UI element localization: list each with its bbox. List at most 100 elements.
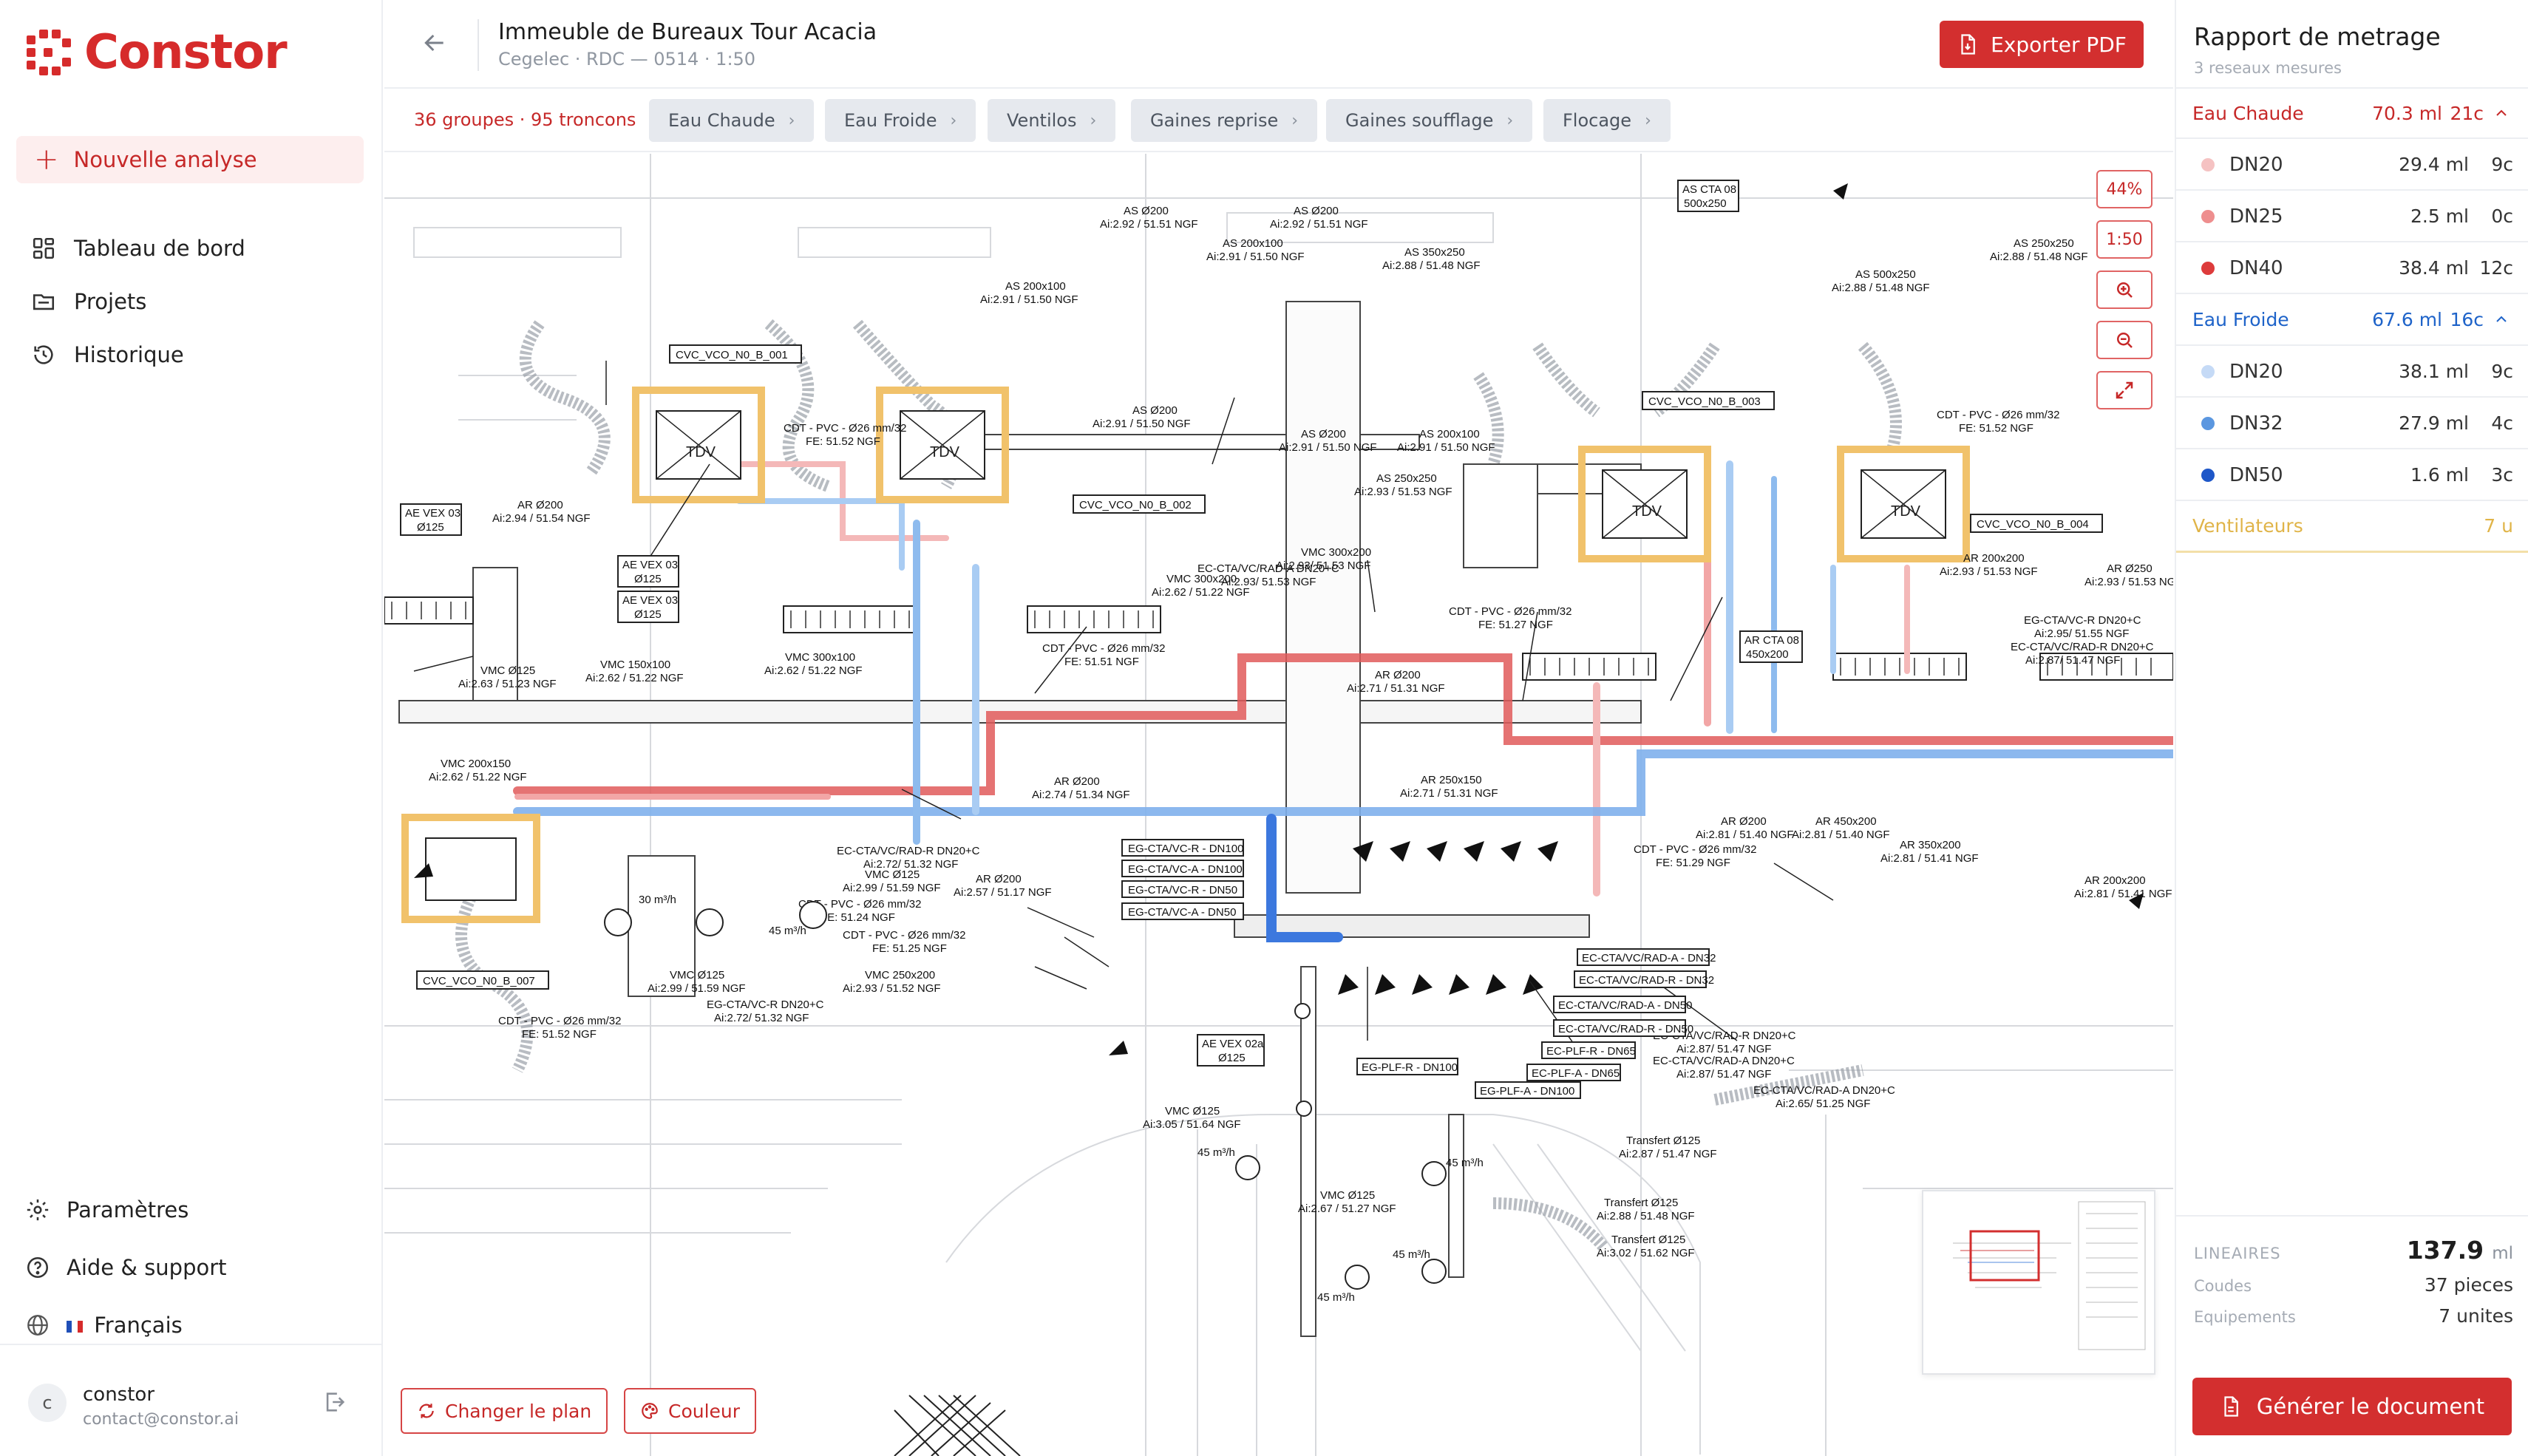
sidebar-item-help[interactable]: Aide & support (25, 1239, 227, 1296)
ec-cta-r-ai: Ai:2.72/ 51.32 NGF (863, 858, 958, 871)
fe-label: FE: 51.52 NGF (1959, 422, 2033, 435)
filter-chip-gaines-reprise[interactable]: Gaines reprise › (1131, 99, 1318, 142)
group-eau-chaude[interactable]: Eau Chaude 70.3 ml 21c (2176, 87, 2528, 139)
generate-document-button[interactable]: Générer le document (2192, 1378, 2512, 1435)
as-200-label: AS Ø200 (1294, 205, 1339, 217)
color-button[interactable]: Couleur (624, 1388, 757, 1434)
change-plan-button[interactable]: Changer le plan (401, 1388, 608, 1434)
summary-divider (2176, 1215, 2528, 1217)
vmc-125-ai: Ai:2.67 / 51.27 NGF (1298, 1202, 1396, 1215)
as-cta-label: AS CTA 08 (1682, 183, 1736, 196)
sidebar-item-projects[interactable]: Projets (31, 275, 245, 328)
chevron-up-icon[interactable] (2493, 104, 2510, 122)
new-analysis-button[interactable]: + Nouvelle analyse (16, 136, 364, 183)
ec-cta-r2-ai: Ai:2.87/ 51.47 NGF (1676, 1043, 1771, 1055)
sidebar-item-dashboard[interactable]: Tableau de bord (31, 222, 245, 275)
pdf-file-icon (1961, 34, 1975, 55)
language-label: Français (94, 1313, 183, 1338)
project-subtitle: Cegelec · RDC — 0514 · 1:50 (498, 49, 756, 69)
list-item[interactable]: DN50 1.6 ml 3c (2176, 449, 2528, 501)
vmc-125-ai: Ai:3.05 / 51.64 NGF (1143, 1118, 1241, 1131)
eg-cta-r-label: EG-CTA/VC-R DN20+C (2024, 614, 2141, 627)
list-item[interactable]: DN25 2.5 ml 0c (2176, 191, 2528, 242)
eg-vc-a50-label: EG-CTA/VC-A - DN50 (1128, 906, 1236, 919)
cdt-label: CDT - PVC - Ø26 mm/32 (1937, 409, 2059, 421)
chevron-up-icon[interactable] (2493, 310, 2510, 328)
diameter-label: DN40 (2229, 257, 2283, 279)
fullscreen-button[interactable] (2096, 371, 2152, 409)
plus-icon: + (34, 143, 59, 177)
filter-chip-flocage[interactable]: Flocage › (1543, 99, 1671, 142)
flow-rate-label: 45 m³/h (1317, 1291, 1355, 1304)
group-eau-froide[interactable]: Eau Froide 67.6 ml 16c (2176, 294, 2528, 346)
filter-chip-gaines-soufflage[interactable]: Gaines soufflage › (1326, 99, 1533, 142)
tdv-label: TDV (930, 444, 960, 460)
length-value: 29.4 ml (2399, 154, 2469, 175)
plan-minimap[interactable] (1922, 1190, 2155, 1375)
list-item[interactable]: DN20 29.4 ml 9c (2176, 139, 2528, 191)
zoom-in-icon (2117, 282, 2133, 298)
ae-vex-size: Ø125 (634, 608, 662, 621)
filter-chip-eau-froide[interactable]: Eau Froide › (825, 99, 976, 142)
count-value: 3c (2491, 464, 2513, 486)
color-dot (2201, 469, 2215, 482)
transfert-label: Transfert Ø125 (1604, 1197, 1678, 1209)
fe-label: FE: 51.52 NGF (806, 435, 880, 448)
ar-cta-size: 450x200 (1746, 648, 1789, 661)
group-ventilateurs[interactable]: Ventilateurs 7 u (2176, 501, 2528, 553)
ar-cta-label: AR CTA 08 (1744, 634, 1799, 647)
as-200-label: AS Ø200 (1301, 428, 1346, 440)
diameter-label: DN25 (2229, 205, 2283, 228)
tdv-label: TDV (1891, 503, 1921, 520)
color-dot (2201, 158, 2215, 171)
as-200-label: AS Ø200 (1132, 404, 1178, 417)
group-count: 16c (2450, 308, 2484, 330)
list-item[interactable]: DN40 38.4 ml 12c (2176, 242, 2528, 294)
floor-plan-drawing[interactable]: TDV TDV TDV TDV CVC_VCO_N0_B_001 CVC_VCO… (384, 154, 2173, 1456)
flow-rate-label: 45 m³/h (769, 925, 806, 937)
equip-label: Equipements (2194, 1308, 2296, 1326)
group-count: 21c (2450, 102, 2484, 124)
ar-200x200-ai: Ai:2.81 / 51.41 NGF (2074, 888, 2172, 900)
help-icon (27, 1256, 49, 1279)
fe-label: FE: 51.51 NGF (1064, 656, 1139, 668)
cdt-label: CDT - PVC - Ø26 mm/32 (498, 1015, 621, 1027)
ar-200-ai: Ai:2.71 / 51.31 NGF (1347, 682, 1445, 695)
fe-label: FE: 51.29 NGF (1656, 857, 1730, 869)
ar-200-label: AR Ø200 (976, 873, 1022, 885)
scale-display[interactable]: 1:50 (2096, 220, 2152, 259)
as-350x250-ai: Ai:2.88 / 51.48 NGF (1382, 259, 1481, 272)
export-pdf-button[interactable]: Exporter PDF (1940, 21, 2144, 68)
user-email: contact@constor.ai (83, 1410, 239, 1429)
change-plan-label: Changer le plan (445, 1400, 592, 1422)
back-arrow-icon[interactable] (420, 28, 449, 58)
list-item[interactable]: DN20 38.1 ml 9c (2176, 346, 2528, 398)
count-value: 12c (2479, 257, 2513, 279)
ar-250-label: AR Ø250 (2107, 562, 2152, 575)
plan-canvas[interactable]: TDV TDV TDV TDV CVC_VCO_N0_B_001 CVC_VCO… (384, 154, 2173, 1456)
main-nav: Tableau de bord Projets Historique (31, 222, 245, 381)
as-200x100-ai: Ai:2.91 / 51.50 NGF (1206, 251, 1305, 263)
filter-chip-ventilos[interactable]: Ventilos › (988, 99, 1116, 142)
vmc-125-label: VMC Ø125 (1320, 1189, 1375, 1202)
list-item[interactable]: DN32 27.9 ml 4c (2176, 398, 2528, 449)
shaft-hatch (894, 1395, 1021, 1456)
dashboard-icon (33, 237, 55, 259)
transfert-ai: Ai:3.02 / 51.62 NGF (1597, 1247, 1695, 1259)
avatar[interactable]: c (28, 1384, 67, 1422)
zoom-in-button[interactable] (2096, 271, 2152, 309)
sidebar-item-history[interactable]: Historique (31, 328, 245, 381)
app-logo[interactable]: Constor (22, 25, 288, 80)
sidebar-item-settings[interactable]: Paramètres (25, 1181, 227, 1239)
tdv-label: TDV (1632, 503, 1662, 520)
flow-rate-label: 30 m³/h (639, 894, 676, 906)
as-200x100-label: AS 200x100 (1419, 428, 1480, 440)
filter-chip-eau-chaude[interactable]: Eau Chaude › (649, 99, 815, 142)
coudes-value: 37 pieces (2424, 1274, 2513, 1296)
zoom-level-display[interactable]: 44% (2096, 170, 2152, 208)
ec-plf-r-label: EC-PLF-R - DN65 (1546, 1045, 1636, 1058)
zoom-out-button[interactable] (2096, 321, 2152, 359)
as-500x250-label: AS 500x250 (1855, 268, 1916, 281)
logout-icon[interactable] (322, 1389, 347, 1415)
length-value: 38.1 ml (2399, 361, 2469, 382)
